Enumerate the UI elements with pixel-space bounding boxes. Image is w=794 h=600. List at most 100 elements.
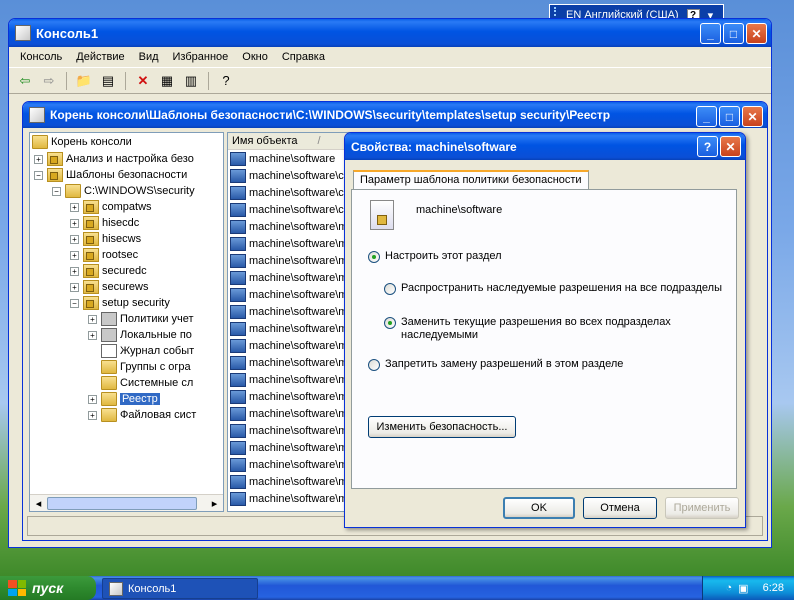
maximize-button[interactable]: □: [723, 23, 744, 44]
tree-item[interactable]: − setup security: [70, 295, 170, 311]
expand-icon[interactable]: +: [70, 218, 79, 228]
expand-icon[interactable]: +: [88, 314, 97, 324]
taskbar-button-label[interactable]: Консоль1: [128, 583, 176, 595]
tree-item[interactable]: + Политики учет: [88, 311, 194, 327]
dialog-close-button[interactable]: ✕: [720, 136, 741, 157]
event-log-icon: [101, 344, 117, 358]
mdi-close-button[interactable]: ✕: [742, 106, 763, 127]
tree-item[interactable]: Системные сл: [101, 375, 193, 391]
minimize-button[interactable]: _: [700, 23, 721, 44]
back-arrow-icon[interactable]: ⇦: [15, 71, 35, 91]
apply-button[interactable]: Применить: [665, 497, 739, 519]
taskbar-button-console[interactable]: Консоль1: [102, 578, 258, 599]
menu-console[interactable]: Консоль: [13, 49, 69, 65]
volume-icon[interactable]: ◔: [726, 582, 733, 594]
radio-replace-label[interactable]: Заменить текущие разрешения во всех подр…: [401, 316, 681, 342]
registry-key-icon: [230, 185, 246, 200]
menu-bar: Консоль Действие Вид Избранное Окно Спра…: [9, 47, 771, 68]
properties-icon[interactable]: ▦: [157, 71, 177, 91]
forward-arrow-icon[interactable]: ⇨: [39, 71, 59, 91]
tree-item[interactable]: + hisecws: [70, 231, 141, 247]
security-templates-icon: [47, 168, 63, 182]
registry-key-icon: [230, 168, 246, 183]
tree-item[interactable]: + securews: [70, 279, 148, 295]
menu-action[interactable]: Действие: [69, 49, 131, 65]
delete-icon[interactable]: ✕: [133, 71, 153, 91]
menu-view[interactable]: Вид: [132, 49, 166, 65]
radio-deny-input[interactable]: [368, 359, 380, 371]
expand-icon[interactable]: +: [34, 154, 43, 164]
tree-item[interactable]: + compatws: [70, 199, 152, 215]
tab-strip: Параметр шаблона политики безопасности: [353, 170, 589, 190]
tree-item[interactable]: + rootsec: [70, 247, 138, 263]
mdi-minimize-button[interactable]: _: [696, 106, 717, 127]
expand-icon[interactable]: +: [70, 234, 79, 244]
start-label[interactable]: пуск: [32, 580, 63, 596]
radio-deny-label[interactable]: Запретить замену разрешений в этом разде…: [385, 358, 623, 370]
collapse-icon[interactable]: −: [52, 186, 61, 196]
tab-policy-setting[interactable]: Параметр шаблона политики безопасности: [353, 170, 589, 190]
scroll-left-icon[interactable]: ◂: [30, 497, 47, 510]
expand-icon[interactable]: +: [70, 202, 79, 212]
scroll-thumb[interactable]: [47, 496, 197, 510]
tree-item[interactable]: + hisecdc: [70, 215, 139, 231]
radio-configure-label[interactable]: Настроить этот раздел: [385, 250, 502, 262]
cancel-button[interactable]: Отмена: [583, 497, 657, 519]
radio-configure[interactable]: Настроить этот раздел: [368, 250, 502, 263]
console-title-bar[interactable]: Консоль1 _ □ ✕: [9, 19, 771, 47]
expand-icon[interactable]: +: [70, 282, 79, 292]
windows-logo-icon: [8, 580, 26, 596]
close-button[interactable]: ✕: [746, 23, 767, 44]
tree-item[interactable]: Группы с огра: [101, 359, 191, 375]
expand-icon[interactable]: +: [70, 250, 79, 260]
mdi-title-bar[interactable]: Корень консоли\Шаблоны безопасности\C:\W…: [23, 102, 767, 128]
menu-window[interactable]: Окно: [235, 49, 275, 65]
expand-icon[interactable]: +: [70, 266, 79, 276]
clock[interactable]: 6:28: [763, 582, 784, 594]
show-hide-tree-icon[interactable]: ▤: [98, 71, 118, 91]
export-list-icon[interactable]: ▥: [181, 71, 201, 91]
ok-button[interactable]: OK: [503, 497, 575, 519]
edit-security-button[interactable]: Изменить безопасность...: [368, 416, 516, 438]
registry-key-icon: [230, 406, 246, 421]
help-button[interactable]: ?: [697, 136, 718, 157]
radio-replace-input[interactable]: [384, 317, 396, 329]
start-button[interactable]: пуск: [0, 576, 96, 600]
radio-propagate-label[interactable]: Распространить наследуемые разрешения на…: [401, 282, 722, 294]
mdi-maximize-button[interactable]: □: [719, 106, 740, 127]
radio-configure-input[interactable]: [368, 251, 380, 263]
tree-item[interactable]: Журнал событ: [101, 343, 194, 359]
tree-item[interactable]: + Анализ и настройка безо: [34, 151, 194, 167]
mmc-icon: [15, 25, 31, 41]
expand-icon[interactable]: +: [88, 394, 97, 404]
radio-propagate[interactable]: Распространить наследуемые разрешения на…: [384, 282, 722, 295]
menu-help[interactable]: Справка: [275, 49, 332, 65]
tree-item[interactable]: + Файловая сист: [88, 407, 196, 423]
scroll-right-icon[interactable]: ▸: [206, 497, 223, 510]
object-name: machine\software: [416, 204, 503, 216]
folder-icon: [101, 360, 117, 374]
menu-favorites[interactable]: Избранное: [166, 49, 236, 65]
radio-replace[interactable]: Заменить текущие разрешения во всех подр…: [384, 316, 694, 342]
help-book-icon[interactable]: ?: [216, 71, 236, 91]
folder-icon: [101, 408, 117, 422]
tree-item[interactable]: + Локальные по: [88, 327, 192, 343]
network-icon[interactable]: ▣: [738, 582, 748, 595]
up-folder-icon[interactable]: 📁: [74, 71, 94, 91]
tree-item[interactable]: − Шаблоны безопасности: [34, 167, 187, 183]
collapse-icon[interactable]: −: [34, 170, 43, 180]
tree-horizontal-scrollbar[interactable]: ◂ ▸: [30, 494, 223, 511]
expand-icon[interactable]: +: [88, 410, 97, 420]
tree-item[interactable]: + securedc: [70, 263, 147, 279]
tree-item-registry[interactable]: + Реестр: [88, 391, 160, 407]
radio-propagate-input[interactable]: [384, 283, 396, 295]
dialog-title-bar[interactable]: Свойства: machine\software ? ✕: [345, 133, 745, 160]
collapse-icon[interactable]: −: [70, 298, 79, 308]
tree-item[interactable]: Корень консоли: [32, 134, 132, 150]
template-icon: [83, 264, 99, 278]
tree-item[interactable]: − C:\WINDOWS\security: [52, 183, 195, 199]
template-icon: [83, 248, 99, 262]
registry-key-icon: [230, 202, 246, 217]
expand-icon[interactable]: +: [88, 330, 97, 340]
radio-deny[interactable]: Запретить замену разрешений в этом разде…: [368, 358, 623, 371]
